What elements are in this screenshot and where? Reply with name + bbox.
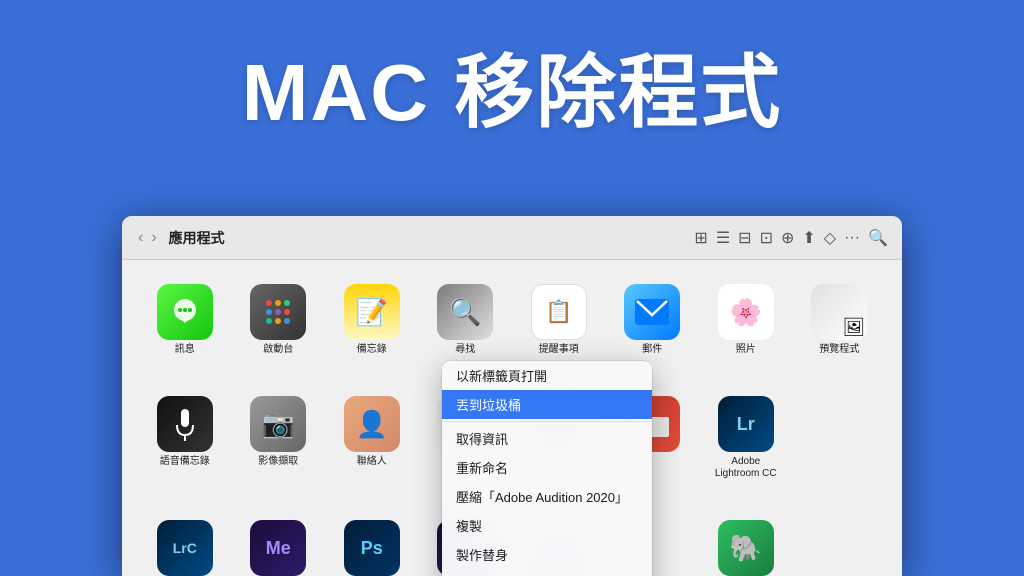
photos-icon: 🌸 bbox=[718, 284, 774, 340]
preview-icon: 🖼 bbox=[811, 284, 867, 340]
view-icon-list[interactable]: ☰ bbox=[716, 228, 730, 248]
app-messages[interactable]: 訊息 bbox=[138, 276, 232, 364]
toolbar-location: 應用程式 bbox=[169, 228, 225, 248]
context-divider-1 bbox=[442, 421, 652, 422]
view-icon-column[interactable]: ⊟ bbox=[738, 228, 751, 248]
app-mediaencoder[interactable]: Me Adobe Media Encoder 2021 bbox=[232, 512, 326, 576]
contacts-label: 聯絡人 bbox=[357, 456, 387, 468]
app-photoshop[interactable]: Ps Adobe Photoshop 2021 bbox=[325, 512, 419, 576]
app-notes[interactable]: 📝 備忘錄 bbox=[325, 276, 419, 364]
forward-arrow[interactable]: › bbox=[149, 229, 158, 247]
reminders-label: 提醒事項 bbox=[539, 344, 579, 356]
photoshop-icon: Ps bbox=[344, 520, 400, 576]
spotlight-icon: 🔍 bbox=[437, 284, 493, 340]
notes-label: 備忘錄 bbox=[357, 344, 387, 356]
lightroom-cc-label: Adobe Lightroom CC bbox=[711, 456, 781, 480]
group-icon[interactable]: ⊕ bbox=[781, 228, 794, 248]
mail-icon bbox=[624, 284, 680, 340]
app-photos[interactable]: 🌸 照片 bbox=[699, 276, 793, 364]
finder-toolbar: ‹ › 應用程式 ⊞ ☰ ⊟ ⊡ ⊕ ⬆ ◇ ··· 🔍 bbox=[122, 216, 902, 260]
background: MAC 移除程式 ‹ › 應用程式 ⊞ ☰ ⊟ ⊡ ⊕ ⬆ ◇ ··· 🔍 bbox=[0, 0, 1024, 576]
context-compress[interactable]: 壓縮「Adobe Audition 2020」 bbox=[442, 482, 652, 511]
imagecapture-icon: 📷 bbox=[250, 396, 306, 452]
tag-icon[interactable]: ◇ bbox=[824, 228, 836, 248]
context-get-info[interactable]: 取得資訊 bbox=[442, 424, 652, 453]
context-open-new-tab[interactable]: 以新標籤頁打開 bbox=[442, 361, 652, 390]
app-blank1 bbox=[793, 388, 887, 488]
nav-arrows: ‹ › bbox=[136, 229, 159, 247]
evernote-icon: 🐘 bbox=[718, 520, 774, 576]
back-arrow[interactable]: ‹ bbox=[136, 229, 145, 247]
notes-icon: 📝 bbox=[344, 284, 400, 340]
messages-icon bbox=[157, 284, 213, 340]
spotlight-label: 尋找 bbox=[455, 344, 475, 356]
app-imagecapture[interactable]: 📷 影像擷取 bbox=[232, 388, 326, 488]
page-title: MAC 移除程式 bbox=[242, 48, 782, 137]
app-lrc[interactable]: LrC Adobe Lightroom Classic bbox=[138, 512, 232, 576]
share-icon[interactable]: ⬆ bbox=[802, 228, 815, 248]
photos-label: 照片 bbox=[736, 344, 756, 356]
imagecapture-label: 影像擷取 bbox=[258, 456, 298, 468]
context-make-alias[interactable]: 製作替身 bbox=[442, 540, 652, 569]
blank1-icon bbox=[811, 396, 867, 452]
context-duplicate[interactable]: 複製 bbox=[442, 511, 652, 540]
app-reminders[interactable]: 📋 提醒事項 bbox=[512, 276, 606, 364]
app-contacts[interactable]: 👤 聯絡人 bbox=[325, 388, 419, 488]
search-icon[interactable]: 🔍 bbox=[868, 228, 888, 248]
app-blank3 bbox=[793, 512, 887, 576]
lightroom-cc-icon: Lr bbox=[718, 396, 774, 452]
messages-label: 訊息 bbox=[175, 344, 195, 356]
contacts-icon: 👤 bbox=[344, 396, 400, 452]
view-icon-gallery[interactable]: ⊡ bbox=[760, 228, 773, 248]
more-icon[interactable]: ··· bbox=[844, 229, 860, 247]
context-quick-look[interactable]: 快速查看 bbox=[442, 569, 652, 576]
title-area: MAC 移除程式 bbox=[0, 0, 1024, 162]
launchpad-label: 啟動台 bbox=[263, 344, 293, 356]
app-preview[interactable]: 🖼 預覽程式 bbox=[793, 276, 887, 364]
toolbar-icons: ⊞ ☰ ⊟ ⊡ ⊕ ⬆ ◇ ··· 🔍 bbox=[694, 228, 888, 248]
app-spotlight[interactable]: 🔍 尋找 bbox=[419, 276, 513, 364]
voicememo-icon bbox=[157, 396, 213, 452]
app-launchpad[interactable]: 啟動台 bbox=[232, 276, 326, 364]
mail-label: 郵件 bbox=[642, 344, 662, 356]
view-icon-grid[interactable]: ⊞ bbox=[694, 228, 707, 248]
lrc-icon: LrC bbox=[157, 520, 213, 576]
app-voicememo[interactable]: 語音備忘錄 bbox=[138, 388, 232, 488]
launchpad-icon bbox=[250, 284, 306, 340]
context-move-to-trash[interactable]: 丟到垃圾桶 bbox=[442, 390, 652, 419]
app-evernote[interactable]: 🐘 Evernote bbox=[699, 512, 793, 576]
context-rename[interactable]: 重新命名 bbox=[442, 453, 652, 482]
mediaencoder-icon: Me bbox=[250, 520, 306, 576]
reminders-icon: 📋 bbox=[531, 284, 587, 340]
voicememo-label: 語音備忘錄 bbox=[160, 456, 210, 468]
app-lightroom-cc[interactable]: Lr Adobe Lightroom CC bbox=[699, 388, 793, 488]
app-mail[interactable]: 郵件 bbox=[606, 276, 700, 364]
context-menu: 以新標籤頁打開 丟到垃圾桶 取得資訊 重新命名 壓縮「Adobe Auditio… bbox=[442, 361, 652, 576]
preview-label: 預覽程式 bbox=[819, 344, 859, 356]
finder-window: ‹ › 應用程式 ⊞ ☰ ⊟ ⊡ ⊕ ⬆ ◇ ··· 🔍 bbox=[122, 216, 902, 576]
